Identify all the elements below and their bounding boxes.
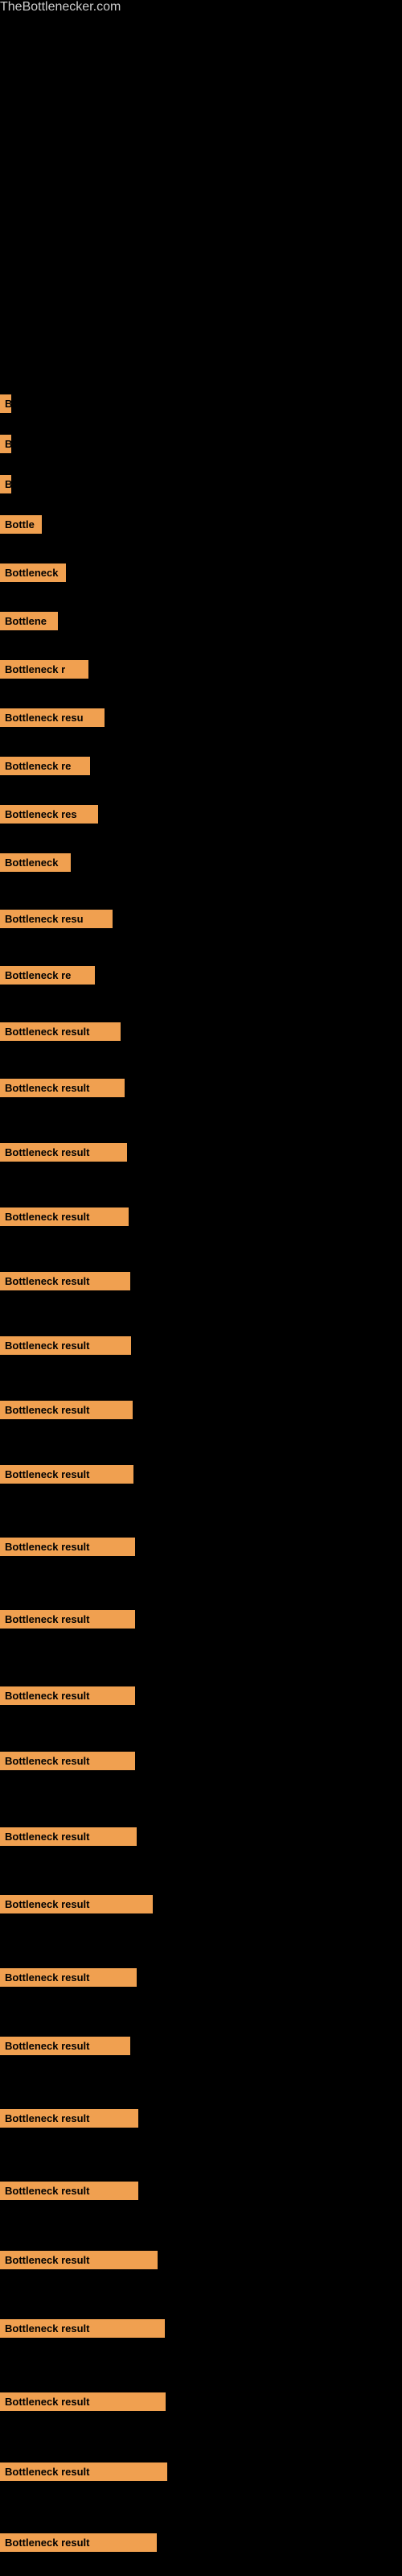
- result-bar-item-25: Bottleneck result: [0, 1752, 135, 1774]
- result-bar-label-7: Bottleneck r: [0, 660, 88, 679]
- result-bar-label-20: Bottleneck result: [0, 1401, 133, 1419]
- result-bar-item-31: Bottleneck result: [0, 2182, 138, 2204]
- result-bar-item-14: Bottleneck result: [0, 1022, 121, 1045]
- result-bar-item-13: Bottleneck re: [0, 966, 95, 989]
- result-bar-item-32: Bottleneck result: [0, 2251, 158, 2273]
- result-bar-label-11: Bottleneck: [0, 853, 71, 872]
- result-bar-label-9: Bottleneck re: [0, 757, 90, 775]
- result-bar-item-23: Bottleneck result: [0, 1610, 135, 1633]
- result-bar-label-3: B: [0, 475, 11, 493]
- result-bar-item-34: Bottleneck result: [0, 2392, 166, 2415]
- result-bar-item-21: Bottleneck result: [0, 1465, 133, 1488]
- result-bar-label-19: Bottleneck result: [0, 1336, 131, 1355]
- result-bar-label-17: Bottleneck result: [0, 1208, 129, 1226]
- result-bar-label-28: Bottleneck result: [0, 1968, 137, 1987]
- result-bar-item-30: Bottleneck result: [0, 2109, 138, 2132]
- result-bar-label-25: Bottleneck result: [0, 1752, 135, 1770]
- result-bar-item-6: Bottlene: [0, 612, 58, 634]
- result-bar-item-1: B: [0, 394, 11, 417]
- result-bar-item-4: Bottle: [0, 515, 42, 538]
- result-bar-item-3: B: [0, 475, 11, 497]
- result-bar-label-2: B: [0, 435, 11, 453]
- result-bar-item-33: Bottleneck result: [0, 2319, 165, 2342]
- result-bar-label-13: Bottleneck re: [0, 966, 95, 985]
- result-bar-item-26: Bottleneck result: [0, 1827, 137, 1850]
- result-bar-label-32: Bottleneck result: [0, 2251, 158, 2269]
- result-bar-item-18: Bottleneck result: [0, 1272, 130, 1294]
- site-title: TheBottlenecker.com: [0, 0, 121, 20]
- result-bar-item-22: Bottleneck result: [0, 1538, 135, 1560]
- result-bar-item-17: Bottleneck result: [0, 1208, 129, 1230]
- result-bar-item-9: Bottleneck re: [0, 757, 90, 779]
- result-bar-label-22: Bottleneck result: [0, 1538, 135, 1556]
- result-bar-label-34: Bottleneck result: [0, 2392, 166, 2411]
- result-bar-label-27: Bottleneck result: [0, 1895, 153, 1913]
- result-bar-label-24: Bottleneck result: [0, 1686, 135, 1705]
- result-bar-item-19: Bottleneck result: [0, 1336, 131, 1359]
- result-bar-item-24: Bottleneck result: [0, 1686, 135, 1709]
- result-bar-item-5: Bottleneck: [0, 564, 66, 586]
- result-bar-label-16: Bottleneck result: [0, 1143, 127, 1162]
- result-bar-item-12: Bottleneck resu: [0, 910, 113, 932]
- result-bar-item-36: Bottleneck result: [0, 2533, 157, 2556]
- result-bar-label-5: Bottleneck: [0, 564, 66, 582]
- result-bar-item-20: Bottleneck result: [0, 1401, 133, 1423]
- result-bar-label-14: Bottleneck result: [0, 1022, 121, 1041]
- result-bar-item-8: Bottleneck resu: [0, 708, 105, 731]
- result-bar-label-26: Bottleneck result: [0, 1827, 137, 1846]
- result-bar-label-15: Bottleneck result: [0, 1079, 125, 1097]
- result-bar-item-29: Bottleneck result: [0, 2037, 130, 2059]
- result-bar-label-36: Bottleneck result: [0, 2533, 157, 2552]
- site-title-container: TheBottlenecker.com: [0, 0, 402, 14]
- result-bar-item-11: Bottleneck: [0, 853, 71, 876]
- result-bar-item-7: Bottleneck r: [0, 660, 88, 683]
- result-bar-item-2: B: [0, 435, 11, 457]
- result-bar-label-4: Bottle: [0, 515, 42, 534]
- result-bar-label-30: Bottleneck result: [0, 2109, 138, 2128]
- result-bar-label-33: Bottleneck result: [0, 2319, 165, 2338]
- result-bar-label-6: Bottlene: [0, 612, 58, 630]
- result-bar-label-8: Bottleneck resu: [0, 708, 105, 727]
- result-bar-item-16: Bottleneck result: [0, 1143, 127, 1166]
- result-bar-label-12: Bottleneck resu: [0, 910, 113, 928]
- result-bar-item-10: Bottleneck res: [0, 805, 98, 828]
- result-bar-item-28: Bottleneck result: [0, 1968, 137, 1991]
- result-bar-item-27: Bottleneck result: [0, 1895, 153, 1918]
- result-bar-label-10: Bottleneck res: [0, 805, 98, 824]
- result-bar-label-31: Bottleneck result: [0, 2182, 138, 2200]
- result-bar-item-35: Bottleneck result: [0, 2462, 167, 2485]
- result-bar-label-29: Bottleneck result: [0, 2037, 130, 2055]
- result-bar-label-18: Bottleneck result: [0, 1272, 130, 1290]
- result-bar-label-1: B: [0, 394, 11, 413]
- result-bar-label-21: Bottleneck result: [0, 1465, 133, 1484]
- result-bar-label-23: Bottleneck result: [0, 1610, 135, 1629]
- result-bar-item-15: Bottleneck result: [0, 1079, 125, 1101]
- result-bar-label-35: Bottleneck result: [0, 2462, 167, 2481]
